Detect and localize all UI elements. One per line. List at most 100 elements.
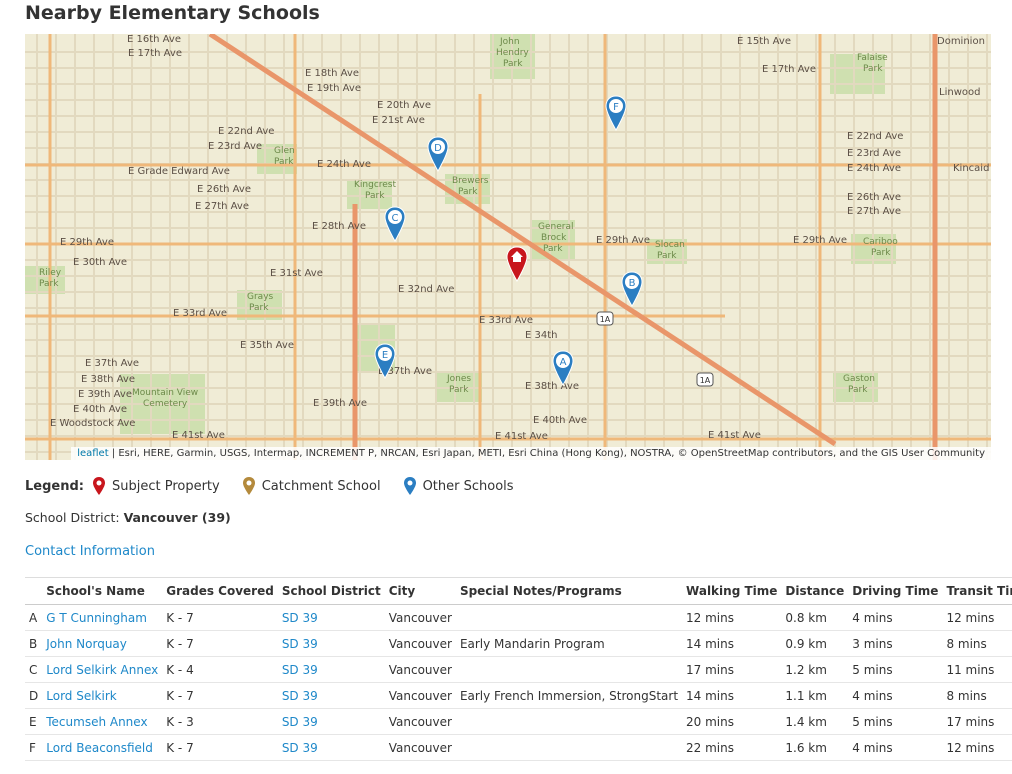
street-label: E 41st Ave bbox=[172, 430, 225, 441]
school-name-link[interactable]: Lord Selkirk Annex bbox=[46, 663, 158, 677]
street-label: E 39th Ave bbox=[78, 389, 132, 400]
row-letter: E bbox=[25, 708, 43, 735]
park-label: Grays bbox=[247, 292, 274, 302]
school-name-link[interactable]: John Norquay bbox=[46, 637, 127, 651]
district-link[interactable]: SD 39 bbox=[282, 689, 318, 703]
street-label: E 21st Ave bbox=[372, 115, 425, 126]
col-walking: Walking Time bbox=[682, 577, 782, 605]
park-label: Park bbox=[863, 64, 883, 74]
street-label: E Grade Edward Ave bbox=[128, 166, 230, 177]
col-grades: Grades Covered bbox=[162, 577, 278, 605]
map-canvas[interactable]: 1A 1A E 16th Ave E 17th Ave E 18th Ave E 19t… bbox=[25, 34, 991, 460]
park-label: Park bbox=[458, 187, 478, 197]
park-label: Mountain View bbox=[132, 388, 198, 398]
park-label: Glen bbox=[274, 146, 295, 156]
street-label: E 38th Ave bbox=[81, 374, 135, 385]
district-cell: SD 39 bbox=[277, 734, 385, 761]
street-label: E 41st Ave bbox=[495, 431, 548, 442]
park-label: Park bbox=[657, 251, 677, 261]
district-cell: SD 39 bbox=[277, 656, 385, 683]
park-label: Park bbox=[365, 191, 385, 201]
district-cell: SD 39 bbox=[277, 682, 385, 709]
park-label: Park bbox=[249, 303, 269, 313]
street-label: E 37th Ave bbox=[85, 358, 139, 369]
school-marker[interactable]: C bbox=[384, 206, 406, 242]
street-label: Dominion bbox=[937, 36, 985, 47]
street-label: E 23rd Ave bbox=[208, 141, 262, 152]
school-name-link[interactable]: Lord Selkirk bbox=[46, 689, 116, 703]
row-letter: A bbox=[25, 604, 43, 631]
district-cell: SD 39 bbox=[277, 708, 385, 735]
district-link[interactable]: SD 39 bbox=[282, 715, 318, 729]
district-cell: SD 39 bbox=[277, 630, 385, 657]
park-label: Hendry bbox=[496, 48, 529, 58]
school-map[interactable]: 1A 1A E 16th Ave E 17th Ave E 18th Ave E 19t… bbox=[25, 34, 991, 460]
park-label: John bbox=[499, 37, 520, 47]
table-row: C Lord Selkirk Annex K - 4 SD 39 Vancouver 17… bbox=[25, 656, 1012, 683]
leaflet-link[interactable]: leaflet bbox=[77, 448, 108, 459]
col-letter bbox=[25, 577, 43, 605]
legend-item-subject: Subject Property bbox=[92, 476, 220, 496]
row-letter: B bbox=[25, 630, 43, 657]
attribution-text: | Esri, HERE, Garmin, USGS, Intermap, IN… bbox=[108, 448, 985, 459]
street-label: Linwood bbox=[939, 87, 980, 98]
school-name-link[interactable]: Lord Beaconsfield bbox=[46, 741, 153, 755]
street-label: E 19th Ave bbox=[307, 83, 361, 94]
school-marker[interactable]: F bbox=[605, 95, 627, 131]
marker-letter: F bbox=[613, 102, 619, 113]
street-label: E 15th Ave bbox=[737, 36, 791, 47]
park-label: Cemetery bbox=[143, 399, 188, 409]
park-label: Park bbox=[39, 279, 59, 289]
city-cell: Vancouver bbox=[384, 734, 456, 761]
city-cell: Vancouver bbox=[384, 630, 456, 657]
park-label: Slocan bbox=[655, 240, 685, 250]
street-label: E 27th Ave bbox=[195, 201, 249, 212]
street-label: E Woodstock Ave bbox=[50, 418, 135, 429]
park-label: Gaston bbox=[843, 374, 875, 384]
street-label: E 27th Ave bbox=[847, 206, 901, 217]
district-link[interactable]: SD 39 bbox=[282, 611, 318, 625]
grades-cell: K - 7 bbox=[162, 604, 278, 631]
street-label: E 29th Ave bbox=[596, 235, 650, 246]
notes-cell bbox=[455, 708, 683, 735]
distance-cell: 0.8 km bbox=[781, 604, 849, 631]
driving-cell: 5 mins bbox=[848, 708, 943, 735]
walking-cell: 14 mins bbox=[682, 682, 782, 709]
district-link[interactable]: SD 39 bbox=[282, 741, 318, 755]
street-label: E 18th Ave bbox=[305, 68, 359, 79]
legend-item-catchment: Catchment School bbox=[242, 476, 381, 496]
col-school-name: School's Name bbox=[42, 577, 163, 605]
park-label: Park bbox=[848, 385, 868, 395]
park-label: Park bbox=[503, 59, 523, 69]
marker-letter: C bbox=[392, 213, 399, 224]
street-label: E 29th Ave bbox=[60, 237, 114, 248]
driving-cell: 4 mins bbox=[848, 682, 943, 709]
park-label: Falaise bbox=[857, 53, 888, 63]
other-school-pin-icon bbox=[403, 477, 416, 495]
school-name-cell: G T Cunningham bbox=[42, 604, 163, 631]
street-label: E 31st Ave bbox=[270, 268, 323, 279]
school-name-cell: Tecumseh Annex bbox=[42, 708, 163, 735]
contact-information-link[interactable]: Contact Information bbox=[25, 544, 155, 559]
school-name-link[interactable]: G T Cunningham bbox=[46, 611, 147, 625]
transit-cell: 11 mins bbox=[942, 656, 1012, 683]
street-label: E 40th Ave bbox=[533, 415, 587, 426]
transit-cell: 8 mins bbox=[942, 630, 1012, 657]
driving-cell: 4 mins bbox=[848, 734, 943, 761]
legend-item-other: Other Schools bbox=[403, 476, 514, 496]
grades-cell: K - 7 bbox=[162, 734, 278, 761]
street-label: E 28th Ave bbox=[312, 221, 366, 232]
transit-cell: 12 mins bbox=[942, 604, 1012, 631]
school-name-link[interactable]: Tecumseh Annex bbox=[46, 715, 147, 729]
distance-cell: 1.4 km bbox=[781, 708, 849, 735]
legend-subject-label: Subject Property bbox=[111, 478, 220, 494]
page-title: Nearby Elementary Schools bbox=[25, 2, 320, 24]
street-label: E 17th Ave bbox=[128, 48, 182, 59]
notes-cell bbox=[455, 656, 683, 683]
table-row: AG T Cunningham K - 7 SD 39 Vancouver 12 min… bbox=[25, 604, 1012, 631]
district-link[interactable]: SD 39 bbox=[282, 637, 318, 651]
driving-cell: 3 mins bbox=[848, 630, 943, 657]
district-link[interactable]: SD 39 bbox=[282, 663, 318, 677]
legend-catchment-label: Catchment School bbox=[261, 478, 381, 494]
street-label: Kincaid bbox=[953, 163, 989, 174]
